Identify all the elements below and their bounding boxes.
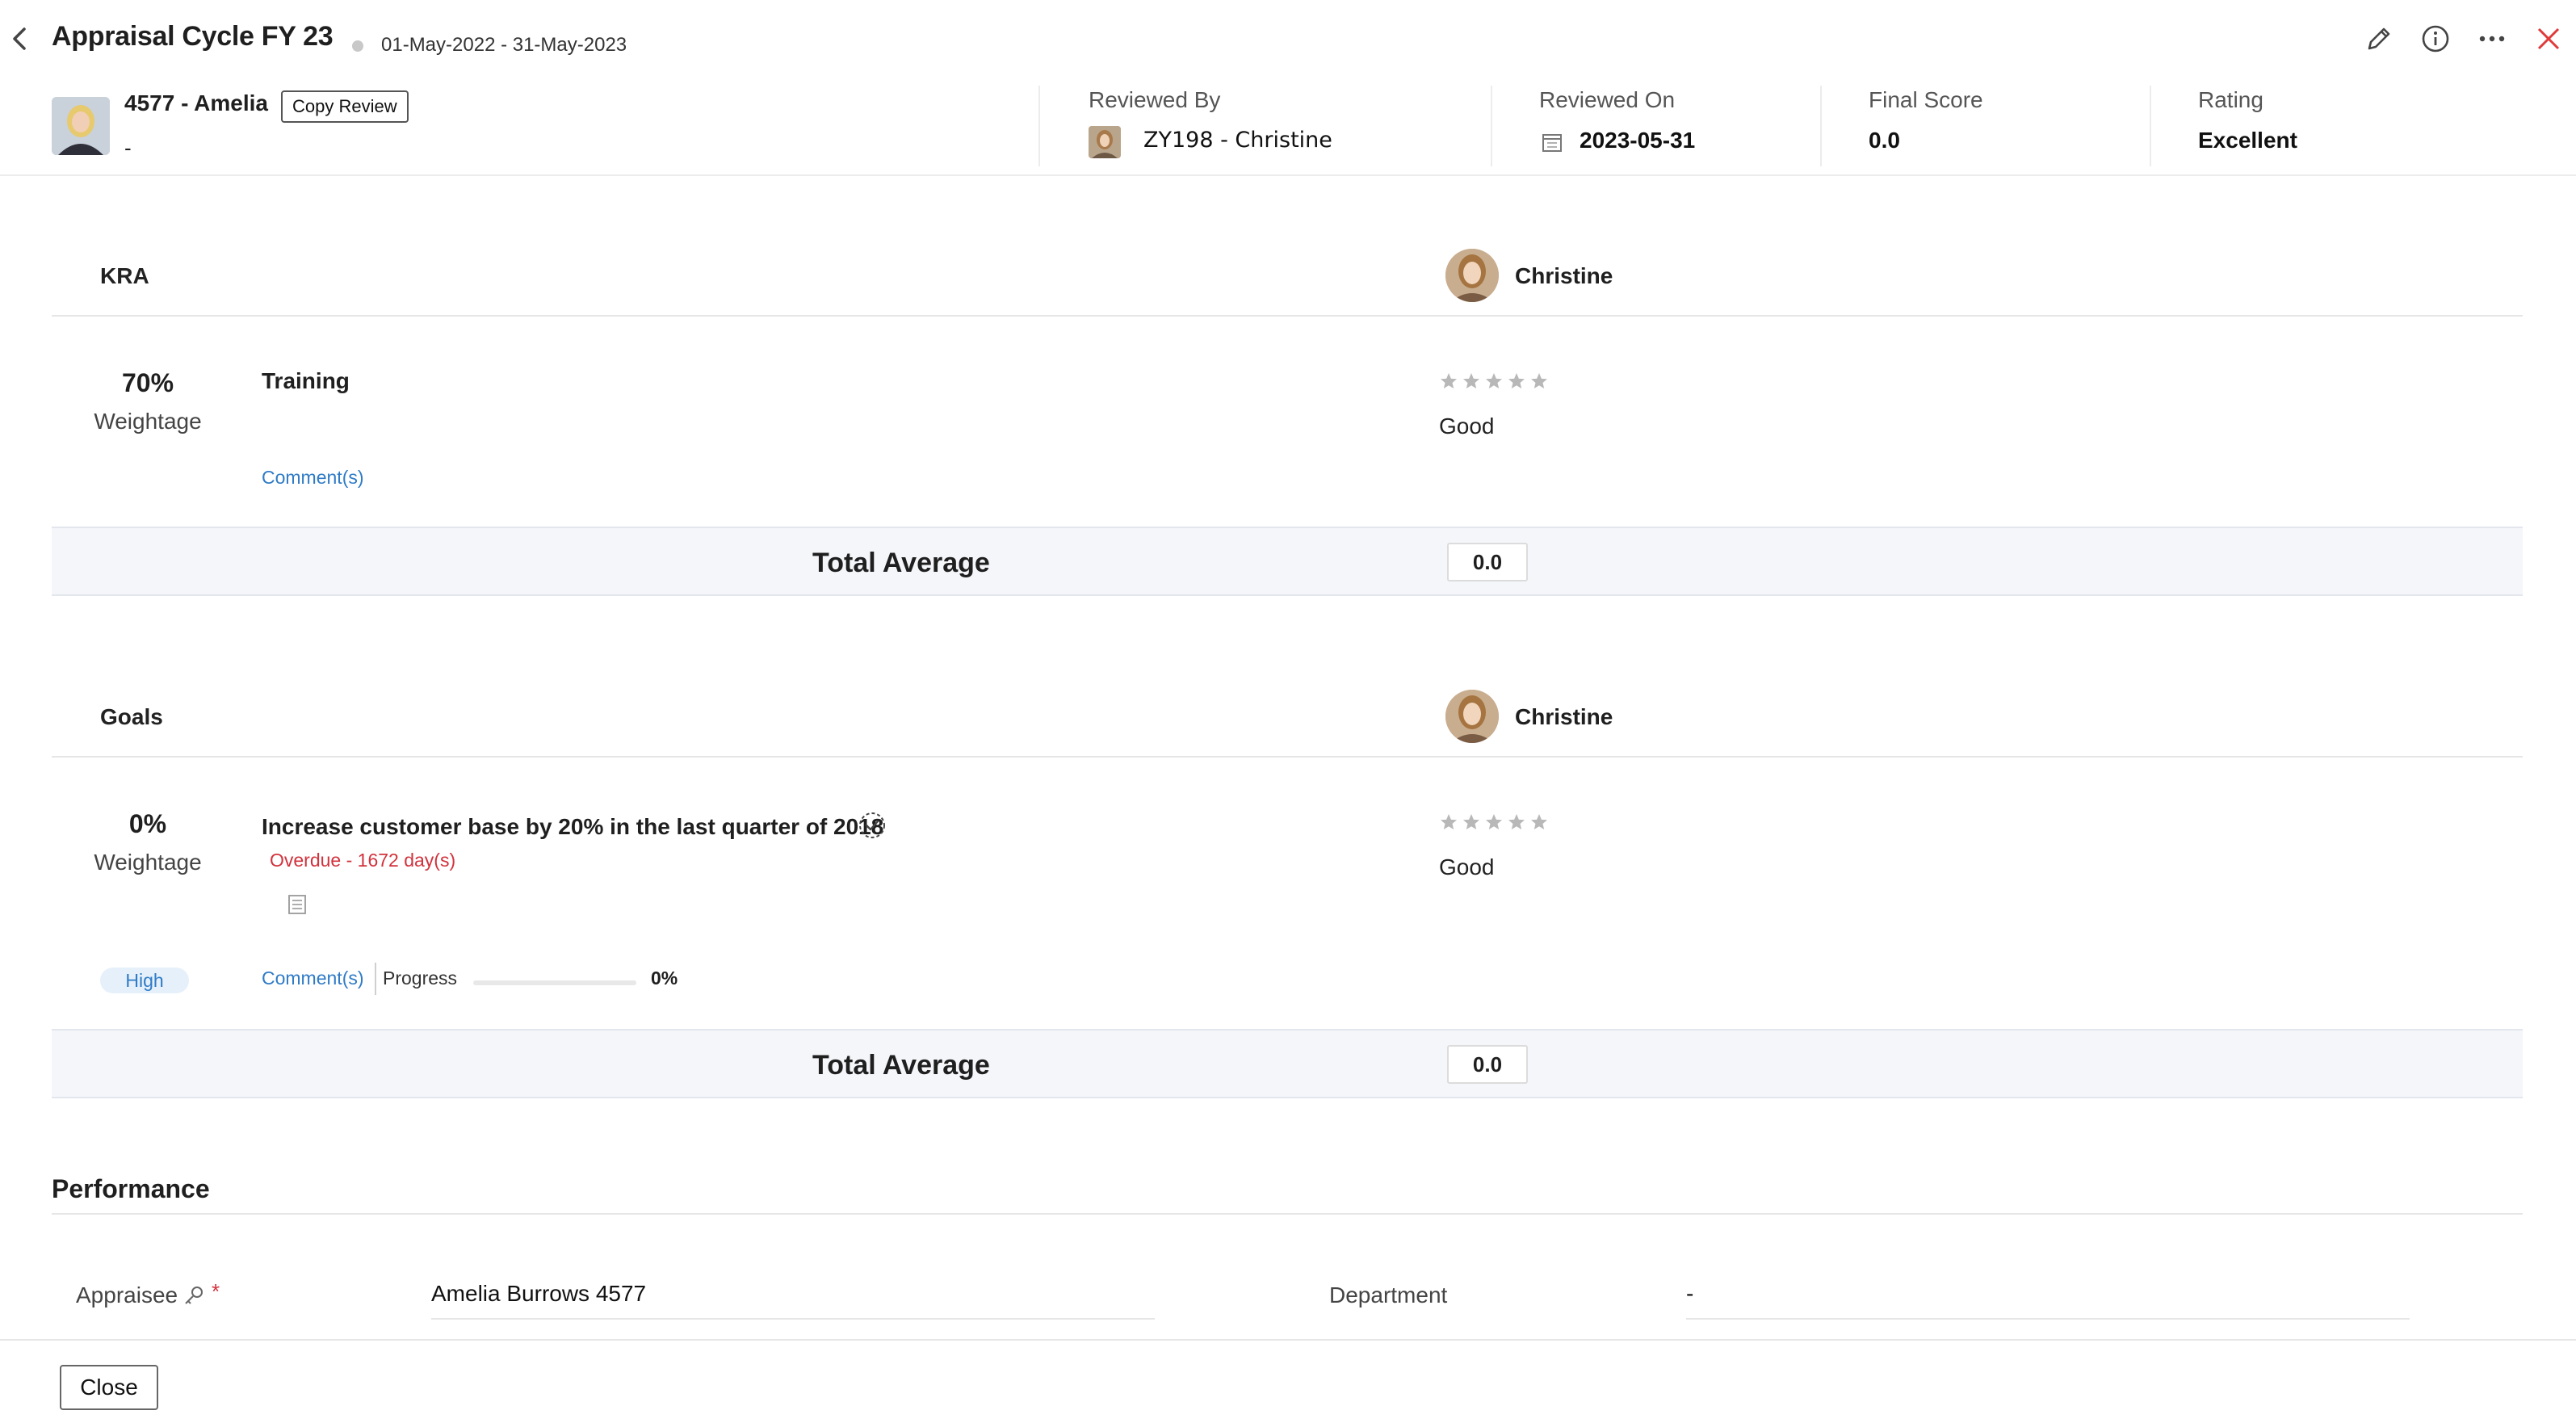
rating-value: Excellent: [2198, 128, 2297, 153]
reviewed-on-value: 2023-05-31: [1580, 128, 1696, 153]
goals-total-average-label: Total Average: [812, 1050, 990, 1081]
divider: [52, 315, 2523, 317]
kra-section-title: KRA: [100, 263, 149, 288]
more-icon: [2479, 36, 2505, 42]
goals-total-average-row: [52, 1029, 2523, 1098]
star-icon[interactable]: [1484, 812, 1504, 832]
field-underline: [1686, 1318, 2410, 1320]
star-icon[interactable]: [1507, 371, 1526, 391]
goal-weightage-value: 0%: [128, 809, 167, 838]
star-icon[interactable]: [1484, 371, 1504, 391]
department-value[interactable]: -: [1686, 1281, 1693, 1307]
separator-dot: [352, 40, 363, 52]
kra-reviewer-name: Christine: [1515, 263, 1613, 288]
divider: [52, 756, 2523, 758]
goal-rating-text: Good: [1439, 854, 1495, 879]
goal-overdue-text: Overdue - 1672 day(s): [270, 850, 456, 871]
star-icon[interactable]: [1529, 371, 1549, 391]
goal-star-rating[interactable]: [1439, 812, 1549, 832]
page-title: Appraisal Cycle FY 23: [52, 21, 334, 52]
info-icon: [2422, 25, 2449, 52]
progress-label: Progress: [383, 968, 458, 989]
divider: [52, 1213, 2523, 1215]
kra-total-average-row: [52, 527, 2523, 596]
kra-comments-link[interactable]: Comment(s): [262, 467, 364, 489]
goal-item-title: Increase customer base by 20% in the las…: [262, 814, 884, 839]
divider: [1820, 86, 1822, 166]
final-score-label: Final Score: [1869, 87, 1983, 112]
close-icon: [2537, 27, 2560, 50]
close-button[interactable]: Close: [60, 1365, 158, 1410]
goal-weightage-label: Weightage: [94, 850, 202, 875]
info-button[interactable]: [2418, 21, 2453, 57]
employee-name: 4577 - Amelia: [124, 90, 268, 115]
rating-label: Rating: [2198, 87, 2263, 112]
star-icon[interactable]: [1439, 812, 1458, 832]
more-options-button[interactable]: [2474, 21, 2510, 57]
star-icon[interactable]: [1462, 371, 1481, 391]
goal-comments-link[interactable]: Comment(s): [262, 968, 364, 989]
kra-total-average-value: 0.0: [1447, 543, 1528, 581]
star-icon[interactable]: [1529, 812, 1549, 832]
header-divider: [0, 174, 2576, 176]
appraisee-value[interactable]: Amelia Burrows 4577: [431, 1281, 646, 1307]
priority-badge: High: [100, 968, 189, 993]
department-label: Department: [1329, 1282, 1448, 1308]
lookup-key-icon[interactable]: [183, 1284, 205, 1307]
star-icon[interactable]: [1507, 812, 1526, 832]
goals-total-average-value: 0.0: [1447, 1045, 1528, 1084]
required-asterisk: *: [212, 1279, 220, 1303]
cycle-date-range: 01-May-2022 - 31-May-2023: [381, 34, 627, 56]
kra-weightage-value: 70%: [121, 368, 174, 397]
kra-weightage-label: Weightage: [94, 409, 202, 434]
goals-reviewer-name: Christine: [1515, 704, 1613, 729]
close-panel-button[interactable]: [2531, 21, 2566, 57]
appraisee-label: Appraisee: [76, 1282, 178, 1308]
document-icon[interactable]: [286, 893, 308, 916]
edit-icon: [2368, 27, 2390, 50]
kra-item-title: Training: [262, 368, 350, 393]
goals-section-title: Goals: [100, 704, 163, 729]
edit-button[interactable]: [2361, 21, 2397, 57]
kra-total-average-label: Total Average: [812, 548, 990, 578]
star-icon[interactable]: [1462, 812, 1481, 832]
goals-reviewer-avatar: [1445, 690, 1499, 743]
footer-divider: [0, 1339, 2576, 1341]
divider: [1491, 86, 1492, 166]
divider: [1038, 86, 1040, 166]
divider: [375, 963, 376, 995]
employee-avatar: [52, 97, 110, 155]
calendar-icon: [1542, 134, 1562, 152]
goal-status-check-icon[interactable]: [856, 809, 888, 842]
field-underline: [431, 1318, 1155, 1320]
employee-subtitle: -: [124, 136, 132, 160]
kra-reviewer-avatar: [1445, 249, 1499, 302]
reviewer-avatar: [1089, 126, 1121, 158]
divider: [2150, 86, 2151, 166]
reviewed-by-value: ZY198 - Christine: [1143, 128, 1332, 153]
back-button[interactable]: [6, 21, 32, 57]
kra-rating-text: Good: [1439, 413, 1495, 439]
reviewed-by-label: Reviewed By: [1089, 87, 1221, 112]
progress-value: 0%: [651, 968, 678, 989]
back-icon: [13, 27, 26, 50]
copy-review-button[interactable]: Copy Review: [281, 90, 409, 123]
final-score-value: 0.0: [1869, 128, 1900, 153]
kra-star-rating[interactable]: [1439, 371, 1549, 391]
star-icon[interactable]: [1439, 371, 1458, 391]
performance-section-title: Performance: [52, 1174, 210, 1203]
reviewed-on-label: Reviewed On: [1539, 87, 1676, 112]
progress-bar: [473, 980, 636, 985]
